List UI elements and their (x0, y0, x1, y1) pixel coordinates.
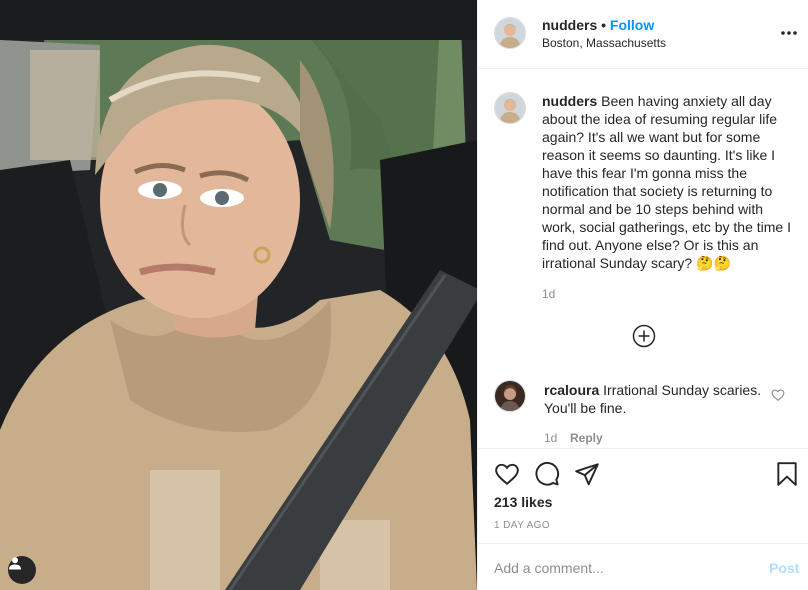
comment-timestamp[interactable]: 1d (544, 431, 557, 445)
author-username[interactable]: nudders (542, 17, 597, 33)
post-date[interactable]: 1 DAY AGO (494, 520, 550, 531)
author-avatar[interactable] (494, 17, 526, 49)
user-tag-icon (9, 557, 21, 570)
comment-input[interactable] (494, 558, 754, 578)
share-icon (575, 463, 599, 486)
post-actions: 213 likes 1 DAY AGO (478, 448, 808, 544)
more-options-icon (781, 31, 797, 35)
comment-text-block: rcaloura Irrational Sunday scaries. You'… (544, 381, 764, 417)
share-button[interactable] (574, 461, 600, 487)
comment-username[interactable]: rcaloura (544, 382, 599, 398)
load-more-comments-button[interactable] (632, 324, 656, 348)
comment-item: rcaloura Irrational Sunday scaries. You'… (494, 380, 794, 450)
load-more-comments-icon (632, 324, 656, 348)
heart-icon (771, 389, 785, 402)
commenter-avatar[interactable] (494, 380, 526, 412)
post-sidebar: nudders • Follow Boston, Massachusetts n… (477, 0, 808, 590)
post-comment-button[interactable]: Post (769, 560, 799, 576)
caption-text-block: nudders Been having anxiety all day abou… (542, 92, 792, 272)
selfie-image (0, 0, 477, 590)
post-header: nudders • Follow Boston, Massachusetts (478, 0, 808, 69)
heart-icon (495, 463, 519, 486)
separator-dot: • (601, 17, 607, 33)
more-options-button[interactable] (779, 23, 799, 43)
user-tag-button[interactable] (8, 556, 36, 584)
likes-count[interactable]: 213 likes (494, 494, 552, 510)
author-line: nudders • Follow (542, 17, 654, 33)
caption-username[interactable]: nudders (542, 93, 597, 109)
reply-button[interactable]: Reply (570, 431, 603, 445)
follow-button[interactable]: Follow (610, 17, 654, 33)
instagram-post-window: nudders • Follow Boston, Massachusetts n… (0, 0, 808, 590)
save-button[interactable] (774, 461, 800, 487)
comment-like-button[interactable] (771, 388, 785, 402)
comment-icon (535, 461, 560, 486)
caption-text: Been having anxiety all day about the id… (542, 93, 791, 271)
like-button[interactable] (494, 461, 520, 487)
comment-button[interactable] (534, 461, 560, 487)
save-icon (777, 462, 797, 486)
add-comment-bar: Post (478, 543, 808, 590)
caption-author-avatar[interactable] (494, 92, 526, 124)
caption-timestamp[interactable]: 1d (542, 287, 555, 301)
post-photo[interactable] (0, 0, 477, 590)
post-location[interactable]: Boston, Massachusetts (542, 36, 666, 50)
